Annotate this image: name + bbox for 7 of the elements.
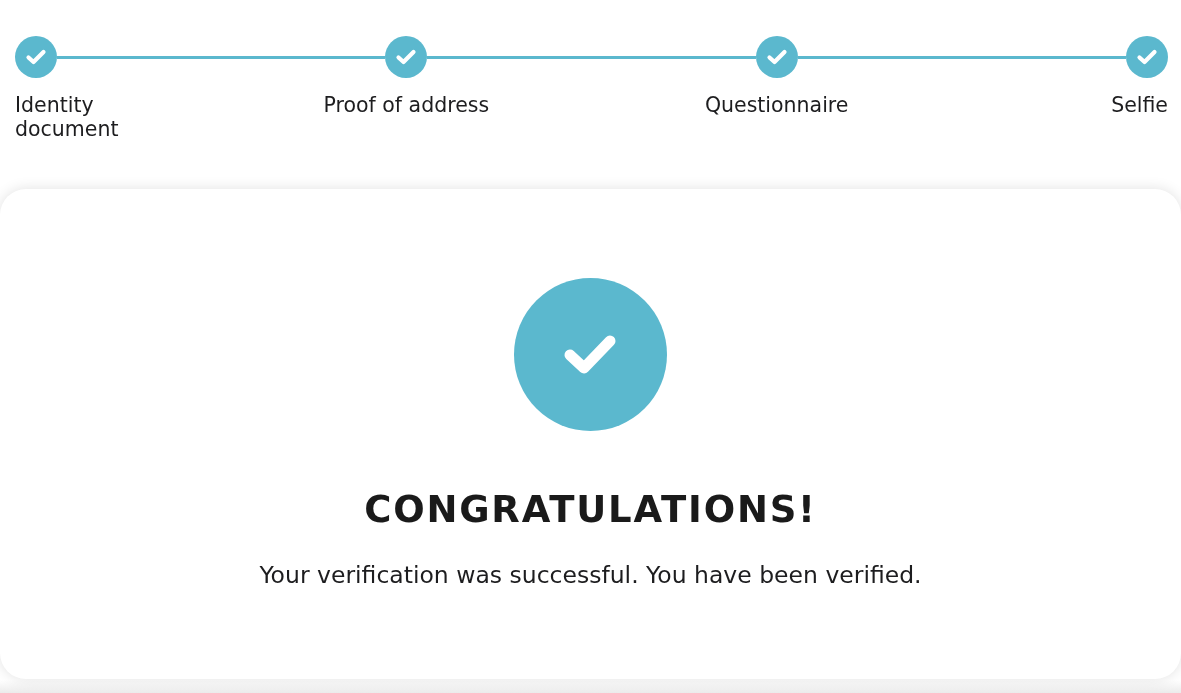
- step-label: Identity document: [15, 93, 120, 141]
- check-circle-icon: [514, 278, 667, 431]
- step-label: Questionnaire: [704, 93, 849, 119]
- step-label: Selfie: [1111, 93, 1168, 119]
- step-label: Proof of address: [323, 93, 490, 119]
- congratulations-heading: CONGRATULATIONS!: [364, 487, 817, 533]
- success-message: Your verification was successful. You have been verified.: [259, 560, 922, 590]
